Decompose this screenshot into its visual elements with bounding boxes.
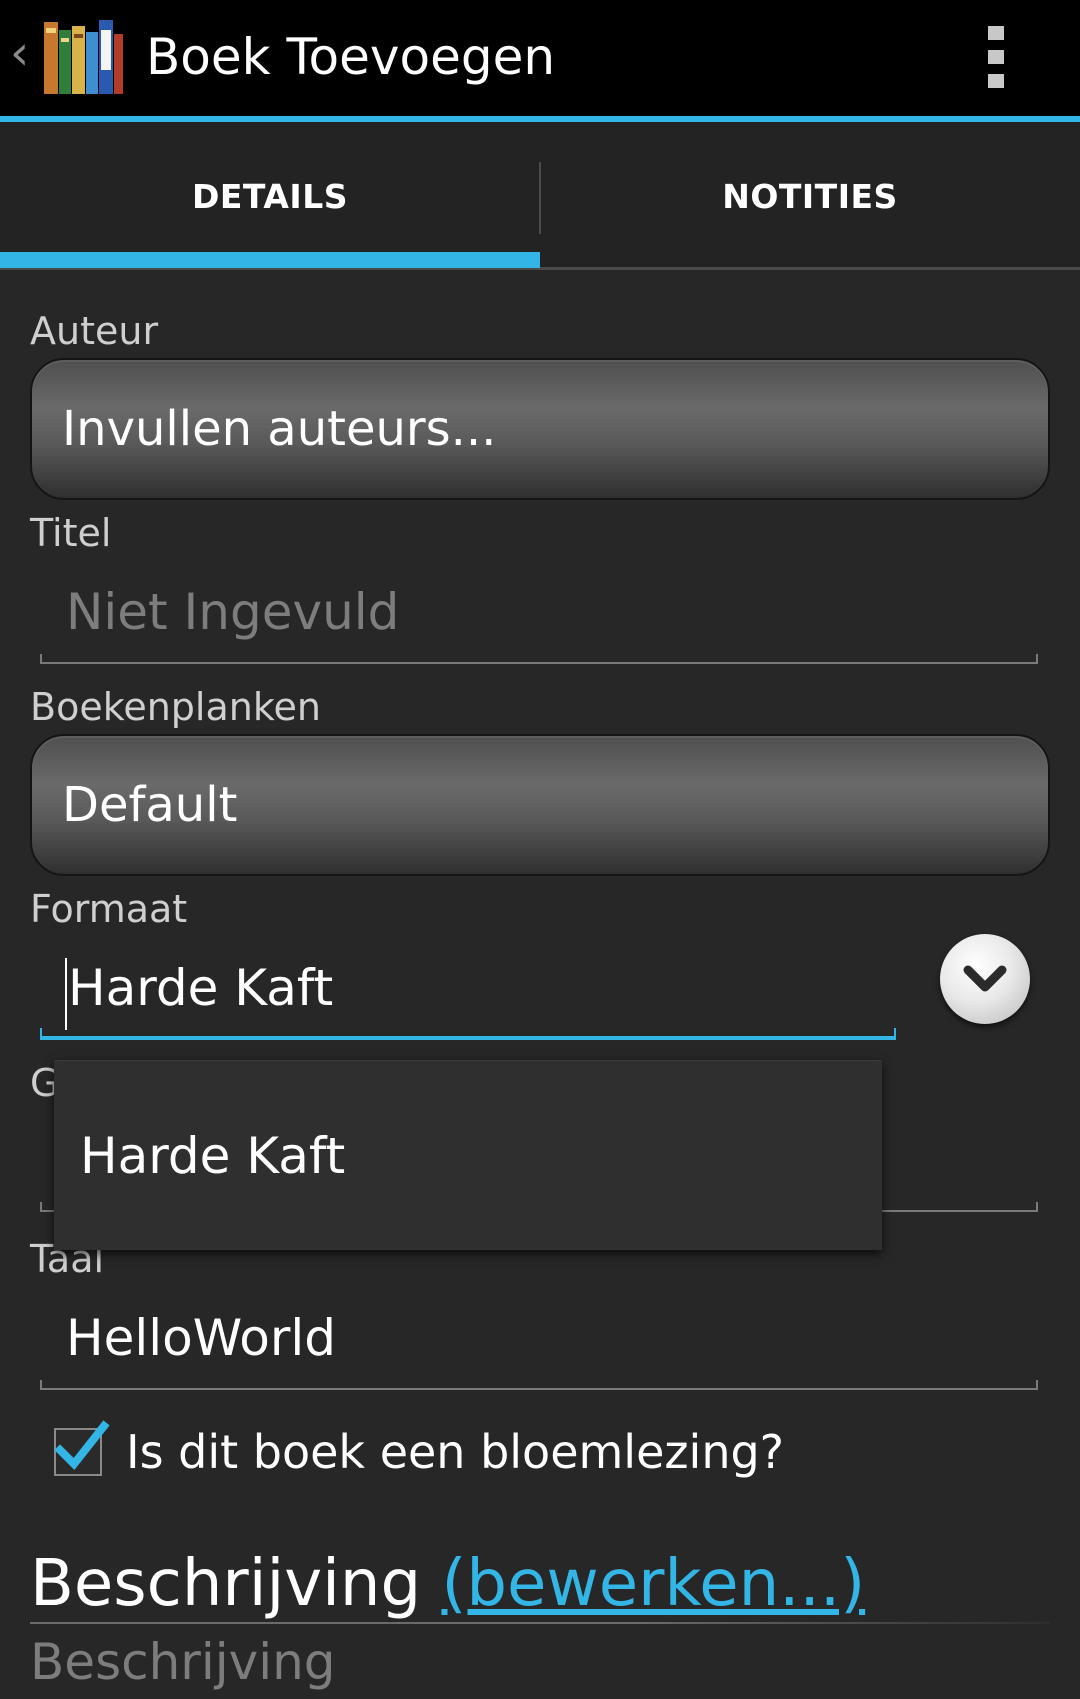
- description-divider: [30, 1622, 1050, 1624]
- tab-bar: DETAILS NOTITIES: [0, 122, 1080, 270]
- format-value: Harde Kaft: [68, 959, 334, 1017]
- author-button[interactable]: Invullen auteurs...: [30, 358, 1050, 500]
- language-field[interactable]: HelloWorld: [40, 1290, 1038, 1390]
- tab-details-label: DETAILS: [192, 176, 348, 216]
- page-title: Boek Toevoegen: [146, 28, 556, 86]
- description-heading: Beschrijving (bewerken...): [30, 1546, 865, 1622]
- format-label: Formaat: [30, 887, 188, 931]
- overflow-menu-icon[interactable]: [986, 26, 1006, 88]
- anthology-label: Is dit boek een bloemlezing?: [126, 1425, 785, 1479]
- action-bar: ‹ Boek Toevoegen: [0, 0, 1080, 122]
- description-placeholder: Beschrijving: [30, 1633, 336, 1691]
- anthology-checkbox[interactable]: [54, 1420, 110, 1476]
- suggestion-item[interactable]: Harde Kaft: [80, 1125, 345, 1187]
- format-suggestions-popup: Harde Kaft: [54, 1060, 882, 1250]
- bookshelves-button[interactable]: Default: [30, 734, 1050, 876]
- tab-notities-label: NOTITIES: [722, 176, 898, 216]
- title-placeholder: Niet Ingevuld: [66, 583, 400, 641]
- description-edit-link[interactable]: (bewerken...): [441, 1547, 865, 1621]
- description-heading-text: Beschrijving: [30, 1547, 442, 1621]
- format-field[interactable]: Harde Kaft: [40, 940, 896, 1040]
- chevron-down-icon: [963, 965, 1007, 992]
- bookshelves-label: Boekenplanken: [30, 685, 321, 729]
- checkmark-icon: [54, 1420, 110, 1471]
- tab-notities[interactable]: NOTITIES: [540, 122, 1080, 270]
- title-label: Titel: [30, 511, 112, 555]
- text-cursor: [65, 958, 67, 1030]
- chevron-left-icon[interactable]: ‹: [10, 29, 32, 77]
- language-value: HelloWorld: [66, 1309, 337, 1367]
- books-icon[interactable]: [40, 12, 126, 98]
- format-dropdown-button[interactable]: [940, 934, 1030, 1024]
- tab-details[interactable]: DETAILS: [0, 122, 540, 270]
- author-label: Auteur: [30, 309, 159, 353]
- title-field[interactable]: Niet Ingevuld: [40, 564, 1038, 664]
- tab-selected-indicator: [0, 252, 540, 268]
